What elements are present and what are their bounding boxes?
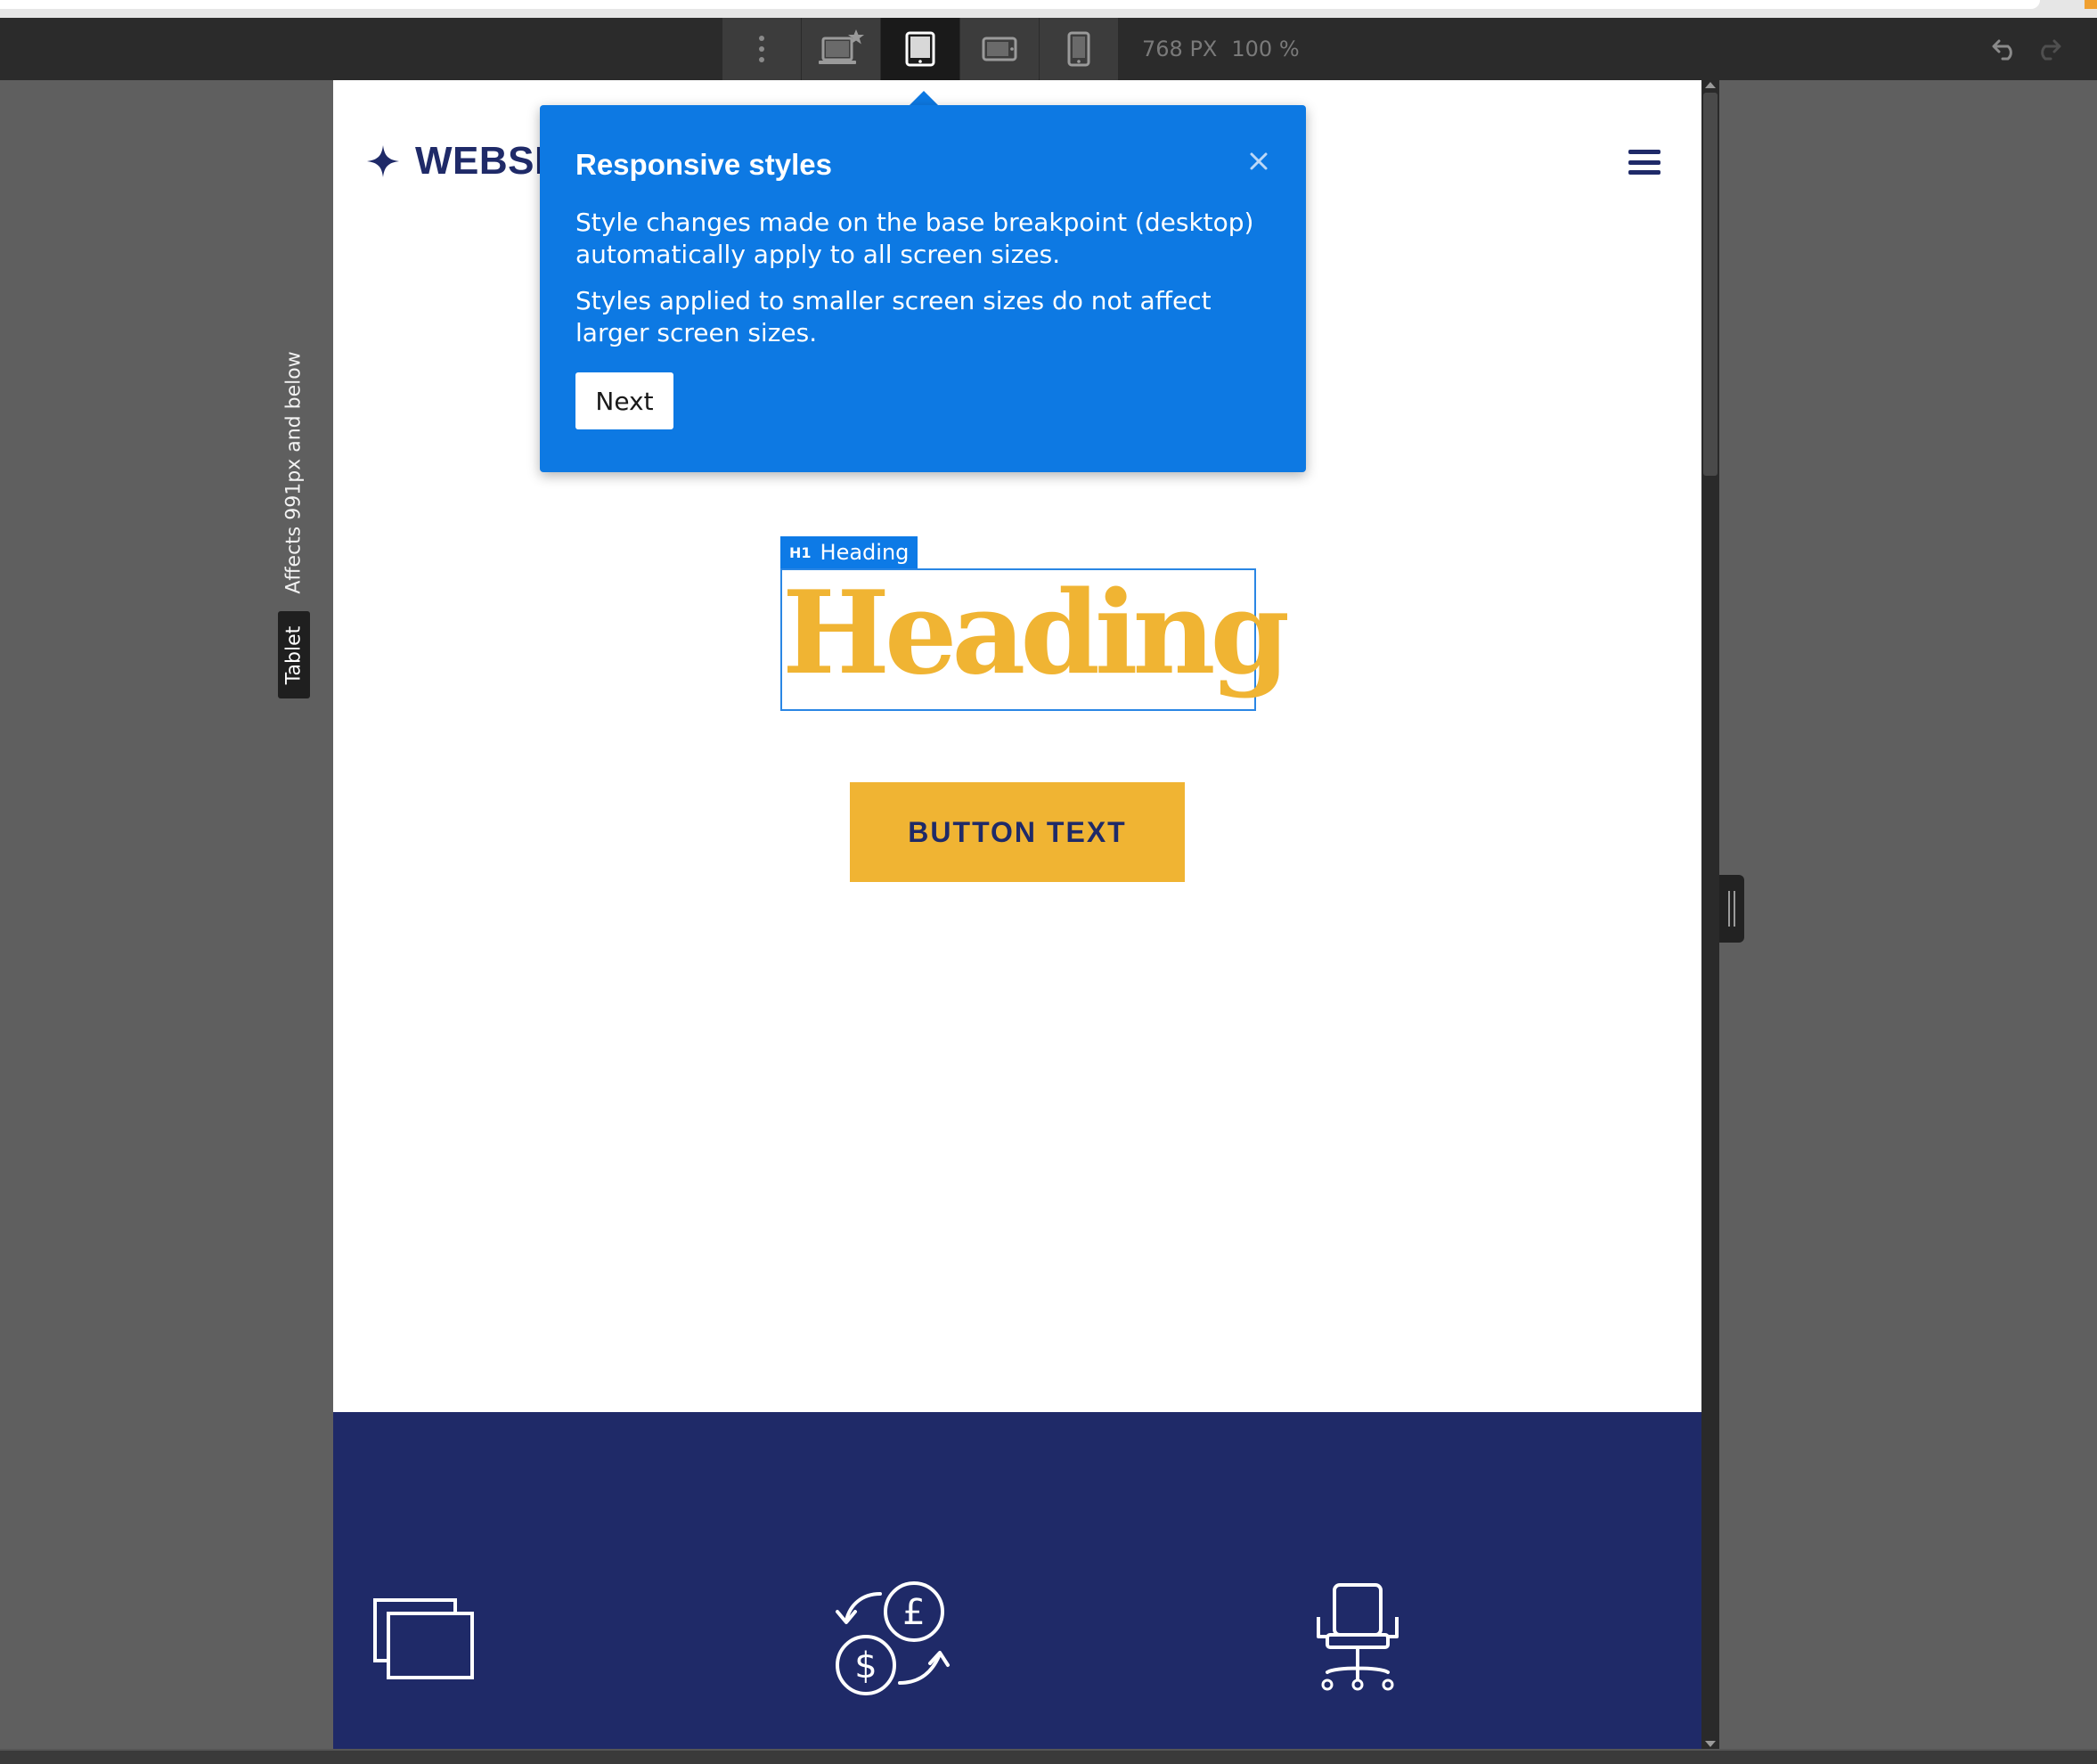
- stacked-windows-icon: [373, 1598, 474, 1679]
- grip-icon: [1728, 891, 1730, 927]
- browser-top-strip: [0, 0, 2097, 18]
- next-button[interactable]: Next: [575, 372, 673, 429]
- breakpoint-label: Affects 991px and below Tablet: [278, 347, 310, 698]
- feature-section: £ $: [333, 1412, 1701, 1749]
- close-icon[interactable]: [1244, 146, 1274, 176]
- popover-paragraph-2: Styles applied to smaller screen sizes d…: [575, 286, 1212, 347]
- undo-button[interactable]: [1987, 30, 2024, 68]
- bottom-status-strip: [0, 1749, 2097, 1764]
- zoom-unit: %: [1278, 37, 1300, 61]
- hero-cta-button[interactable]: BUTTON TEXT: [850, 782, 1185, 882]
- browser-extension-badge[interactable]: [2085, 0, 2097, 9]
- zoom-group: 100 %: [1231, 37, 1299, 61]
- popover-paragraph-1: Style changes made on the base breakpoin…: [575, 208, 1254, 269]
- sparkle-icon: [367, 145, 399, 177]
- responsive-styles-popover: Responsive styles Style changes made on …: [540, 105, 1306, 472]
- desktop-breakpoint-button[interactable]: [802, 18, 880, 80]
- scroll-up-arrow-icon[interactable]: [1705, 82, 1716, 88]
- zoom-value[interactable]: 100: [1231, 37, 1272, 61]
- mobile-landscape-breakpoint-button[interactable]: [960, 18, 1039, 80]
- redo-button[interactable]: [2029, 30, 2067, 68]
- tablet-icon: [905, 31, 935, 67]
- redo-icon: [2041, 39, 2061, 61]
- canvas-scrollbar[interactable]: [1701, 80, 1719, 1749]
- mobile-portrait-icon: [1067, 31, 1090, 67]
- viewport-width-value[interactable]: 768: [1142, 37, 1183, 61]
- currency-exchange-icon: £ $: [836, 1581, 950, 1695]
- breakpoint-name: Tablet: [282, 625, 306, 684]
- browser-tab-edge: [0, 0, 2040, 9]
- breakpoint-affects-note: Affects 991px and below: [278, 347, 310, 597]
- hamburger-icon: [1628, 150, 1660, 154]
- scroll-thumb[interactable]: [1703, 93, 1718, 476]
- menu-button[interactable]: [1628, 150, 1660, 175]
- breakpoint-name-badge: Tablet: [278, 611, 310, 698]
- hero-heading[interactable]: Heading: [782, 559, 1290, 707]
- viewport-width-group: 768 PX: [1142, 37, 1217, 61]
- office-chair-icon: [1317, 1583, 1399, 1691]
- breakpoint-affects-text: Affects 991px and below: [282, 350, 306, 594]
- tablet-breakpoint-button[interactable]: [881, 18, 959, 80]
- editor-toolbar: 768 PX 100 %: [0, 18, 2097, 80]
- canvas-resize-handle[interactable]: [1719, 875, 1744, 943]
- viewport-readout: 768 PX 100 %: [1142, 18, 1300, 80]
- viewport-width-unit: PX: [1189, 37, 1218, 61]
- laptop-star-icon: [819, 29, 864, 64]
- vertical-dots-icon: [759, 36, 764, 62]
- scroll-down-arrow-icon[interactable]: [1705, 1741, 1716, 1747]
- element-level-label: H1: [789, 543, 812, 561]
- mobile-portrait-breakpoint-button[interactable]: [1040, 18, 1118, 80]
- popover-title: Responsive styles: [575, 148, 832, 181]
- more-options-button[interactable]: [722, 18, 801, 80]
- mobile-landscape-icon: [982, 37, 1017, 61]
- popover-pointer: [909, 91, 939, 106]
- selected-heading-outline[interactable]: Heading: [780, 567, 1290, 711]
- svg-text:£: £: [902, 1592, 925, 1633]
- svg-text:$: $: [854, 1646, 877, 1686]
- undo-icon: [1992, 39, 2012, 61]
